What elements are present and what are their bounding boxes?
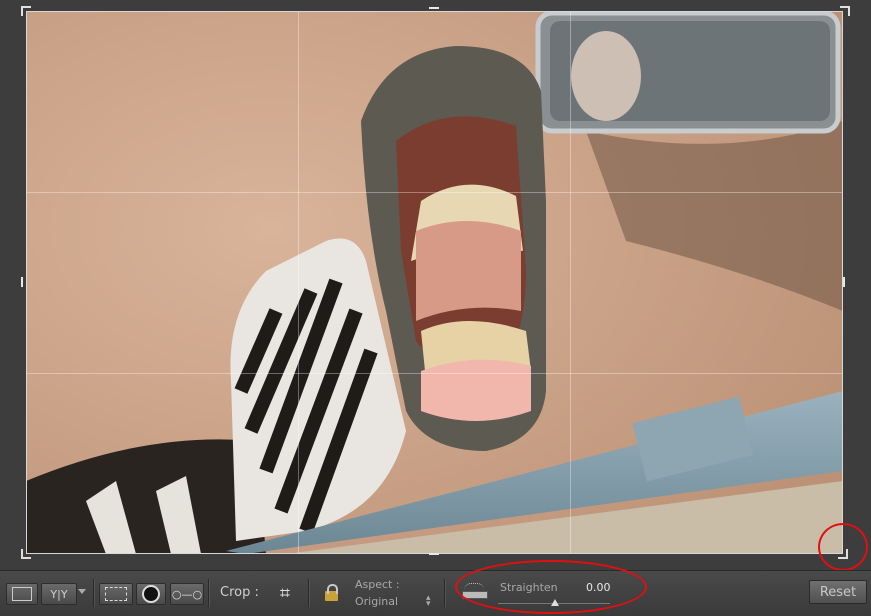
straighten-tool-button[interactable] (460, 581, 490, 605)
crop-handle-top-left[interactable] (21, 6, 31, 16)
aspect-select[interactable]: Original (355, 595, 398, 608)
straighten-slider[interactable] (498, 599, 610, 607)
crop-handle-bottom-left[interactable] (21, 549, 31, 559)
straighten-level-icon (462, 591, 488, 599)
grid-line (26, 192, 843, 193)
lock-shackle (327, 584, 338, 594)
spot-removal-button[interactable] (136, 583, 166, 605)
separator (444, 579, 446, 607)
straighten-label: Straighten (500, 581, 558, 594)
red-eye-button[interactable]: ○—○ (170, 583, 204, 605)
straighten-dots (464, 583, 484, 590)
grid-line (298, 11, 299, 554)
aspect-label: Aspect : (355, 578, 400, 591)
separator (208, 579, 210, 607)
crop-handle-left[interactable] (21, 277, 23, 287)
slider-thumb-icon[interactable] (551, 599, 559, 606)
straighten-value[interactable]: 0.00 (586, 581, 611, 594)
grid-line (26, 373, 843, 374)
crop-label: Crop : (220, 585, 259, 600)
chevron-updown-icon[interactable]: ▴ ▾ (426, 594, 431, 609)
before-after-button[interactable]: Y|Y (41, 583, 77, 605)
crop-handle-bottom[interactable] (429, 553, 439, 555)
separator (308, 579, 310, 607)
red-eye-icon: ○—○ (171, 587, 203, 601)
crop-overlay-icon (105, 587, 127, 601)
rectangle-view-icon (12, 587, 32, 601)
separator (93, 579, 95, 607)
before-after-icon: Y|Y (50, 587, 68, 601)
crop-handle-top[interactable] (429, 7, 439, 9)
aspect-lock-button[interactable] (322, 582, 342, 604)
crop-handle-top-right[interactable] (840, 6, 850, 16)
crop-tool-icon: ⌗ (279, 582, 291, 604)
photo-preview[interactable] (26, 11, 843, 554)
spot-removal-icon (142, 585, 160, 603)
dropdown-arrow-icon[interactable] (78, 589, 86, 594)
crop-handle-bottom-right[interactable] (838, 549, 848, 559)
crop-handle-right[interactable] (843, 277, 845, 287)
crop-overlay-button[interactable] (99, 583, 133, 605)
loupe-view-button[interactable] (6, 583, 38, 605)
grid-line (570, 11, 571, 554)
zebra-photo (26, 11, 843, 554)
toolbar: Y|Y ○—○ Crop : ⌗ Aspect : Original ▴ ▾ St… (0, 570, 871, 616)
reset-button[interactable]: Reset (809, 580, 867, 604)
crop-tool-button[interactable]: ⌗ (272, 581, 298, 605)
